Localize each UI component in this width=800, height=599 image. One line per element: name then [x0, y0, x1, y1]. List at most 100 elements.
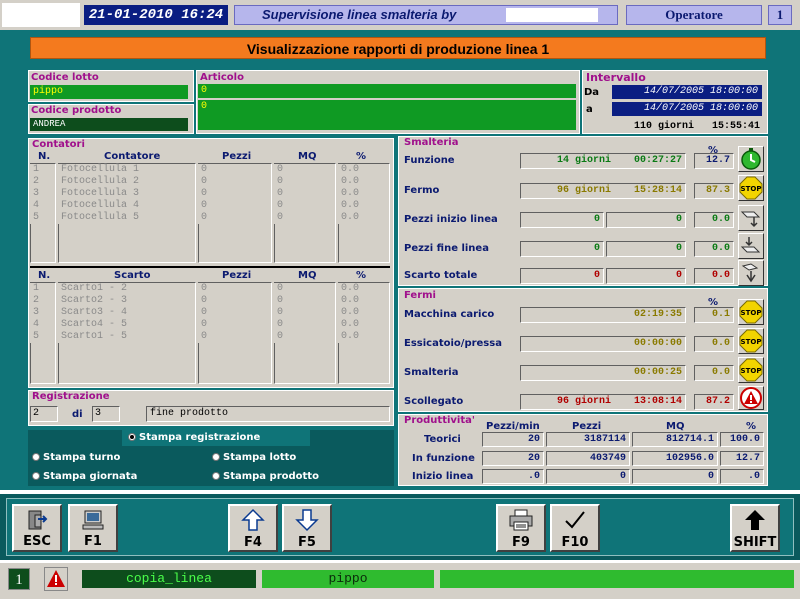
- fermo-days: 96 giorni: [557, 185, 612, 196]
- scarti-list[interactable]: 1 Scarto1 - 2 0 0 0.0 2 Scarto2 - 3 0 0 …: [30, 283, 390, 343]
- table-row[interactable]: 2 Scarto2 - 3 0 0 0.0: [30, 295, 390, 307]
- arrow-down-icon: [295, 509, 319, 532]
- stop-icon[interactable]: STOP: [738, 299, 764, 325]
- f4-button[interactable]: F4: [228, 504, 278, 552]
- stampa-lotto-radio[interactable]: Stampa lotto: [212, 452, 296, 463]
- row-pct: 0.0: [338, 200, 360, 212]
- stop-icon[interactable]: STOP: [738, 175, 764, 201]
- row-name: Fotocellula 5: [58, 212, 140, 224]
- interval-days: 110 giorni: [634, 121, 695, 132]
- checkmark-icon: [565, 511, 585, 529]
- row-pct: 0.0: [338, 295, 360, 307]
- f9-button[interactable]: F9: [496, 504, 546, 552]
- registrazione-current[interactable]: 2: [30, 406, 58, 422]
- row-pct: 0.0: [338, 164, 360, 176]
- inizio-linea-pezzimin: .0: [482, 469, 544, 484]
- shift-button[interactable]: SHIFT: [730, 504, 780, 552]
- contatori-header-pezzi: Pezzi: [222, 151, 252, 162]
- table-row[interactable]: 5 Scarto1 - 5 0 0 0.0: [30, 331, 390, 343]
- fkey-bar-inner: [6, 498, 794, 556]
- f1-button[interactable]: F1: [68, 504, 118, 552]
- inbound-icon[interactable]: [738, 205, 764, 231]
- fermi-smalteria-pct: 0.0: [694, 365, 734, 381]
- svg-text:STOP: STOP: [741, 367, 762, 375]
- f10-button[interactable]: F10: [550, 504, 600, 552]
- row-pezzi: 0: [198, 164, 208, 176]
- table-row[interactable]: 3 Scarto3 - 4 0 0 0.0: [30, 307, 390, 319]
- table-row[interactable]: 1 Scarto1 - 2 0 0 0.0: [30, 283, 390, 295]
- scollegato-days: 96 giorni: [557, 396, 612, 407]
- articolo-field-2[interactable]: 0: [198, 100, 576, 130]
- page-title: Visualizzazione rapporti di produzione l…: [30, 37, 766, 59]
- header-title-blank: [506, 8, 598, 22]
- contatori-label: Contatori: [32, 139, 85, 150]
- row-name: Scarto1 - 2: [58, 283, 128, 295]
- user-label[interactable]: Operatore: [626, 5, 762, 25]
- stampa-prodotto-radio[interactable]: Stampa prodotto: [212, 471, 319, 482]
- header-title: Supervisione linea smalteria by: [262, 7, 457, 22]
- essicatoio-pct: 0.0: [694, 336, 734, 352]
- teorici-pezzimin: 20: [482, 432, 544, 447]
- radio-icon: [32, 472, 40, 480]
- funzione-days: 14 giorni: [557, 155, 612, 166]
- da-field[interactable]: 14/07/2005 18:00:00: [612, 85, 762, 99]
- scarto-totale-a: 0: [520, 268, 604, 284]
- esc-label: ESC: [23, 534, 51, 549]
- stampa-registrazione-radio[interactable]: Stampa registrazione: [128, 432, 260, 443]
- radio-icon: [212, 453, 220, 461]
- contatori-header-name: Contatore: [104, 151, 161, 162]
- f5-button[interactable]: F5: [282, 504, 332, 552]
- row-pezzi: 0: [198, 176, 208, 188]
- contatori-list[interactable]: 1 Fotocellula 1 0 0 0.0 2 Fotocellula 2 …: [30, 164, 390, 224]
- outbound-icon[interactable]: [738, 233, 764, 259]
- teorici-pezzi: 3187114: [546, 432, 630, 447]
- stampa-giornata-radio[interactable]: Stampa giornata: [32, 471, 137, 482]
- fermi-smalteria-time: 00:00:25: [520, 365, 686, 381]
- table-row[interactable]: 1 Fotocellula 1 0 0 0.0: [30, 164, 390, 176]
- registrazione-of-label: di: [72, 409, 83, 420]
- row-n: 1: [30, 283, 40, 295]
- inizio-linea-b: 0: [606, 212, 686, 228]
- table-row[interactable]: 2 Fotocellula 2 0 0 0.0: [30, 176, 390, 188]
- scarto-totale-b: 0: [606, 268, 686, 284]
- row-pct: 0.0: [338, 176, 360, 188]
- funzione-label: Funzione: [404, 155, 455, 166]
- row-mq: 0: [274, 200, 284, 212]
- macchina-carico-label: Macchina carico: [404, 309, 495, 320]
- row-pezzi: 0: [198, 188, 208, 200]
- macchina-carico-pct: 0.1: [694, 307, 734, 323]
- row-n: 4: [30, 319, 40, 331]
- esc-button[interactable]: ESC: [12, 504, 62, 552]
- table-row[interactable]: 4 Fotocellula 4 0 0 0.0: [30, 200, 390, 212]
- table-row[interactable]: 4 Scarto4 - 5 0 0 0.0: [30, 319, 390, 331]
- stampa-turno-radio[interactable]: Stampa turno: [32, 452, 120, 463]
- scrap-icon[interactable]: [738, 260, 764, 286]
- row-n: 5: [30, 212, 40, 224]
- da-label: Da: [584, 87, 600, 98]
- table-row[interactable]: 3 Fotocellula 3 0 0 0.0: [30, 188, 390, 200]
- articolo-field-1[interactable]: 0: [198, 84, 576, 98]
- row-pezzi: 0: [198, 283, 208, 295]
- fine-linea-pct: 0.0: [694, 241, 734, 257]
- printer-icon: [509, 509, 533, 531]
- stop-icon[interactable]: STOP: [738, 328, 764, 354]
- fermo-duration: 96 giorni 15:28:14: [520, 183, 686, 199]
- prodotto-label: Codice prodotto: [31, 105, 122, 116]
- prodotto-field[interactable]: ANDREA: [30, 118, 188, 131]
- running-icon[interactable]: [738, 146, 764, 172]
- table-row[interactable]: 5 Fotocellula 5 0 0 0.0: [30, 212, 390, 224]
- row-mq: 0: [274, 212, 284, 224]
- contatori-divider: [30, 266, 390, 268]
- row-n: 2: [30, 176, 40, 188]
- alarm-icon[interactable]: [44, 567, 68, 591]
- row-name: Scarto2 - 3: [58, 295, 128, 307]
- inizio-linea-pezzi: 0: [546, 469, 630, 484]
- prod-header-pct: %: [746, 421, 757, 432]
- essicatoio-time: 00:00:00: [520, 336, 686, 352]
- row-pezzi: 0: [198, 319, 208, 331]
- lotto-field[interactable]: pippo: [30, 85, 188, 99]
- stop-icon[interactable]: STOP: [738, 357, 764, 383]
- scarti-header-pct: %: [356, 270, 367, 281]
- a-field[interactable]: 14/07/2005 18:00:00: [612, 102, 762, 116]
- warning-icon[interactable]: [738, 386, 764, 410]
